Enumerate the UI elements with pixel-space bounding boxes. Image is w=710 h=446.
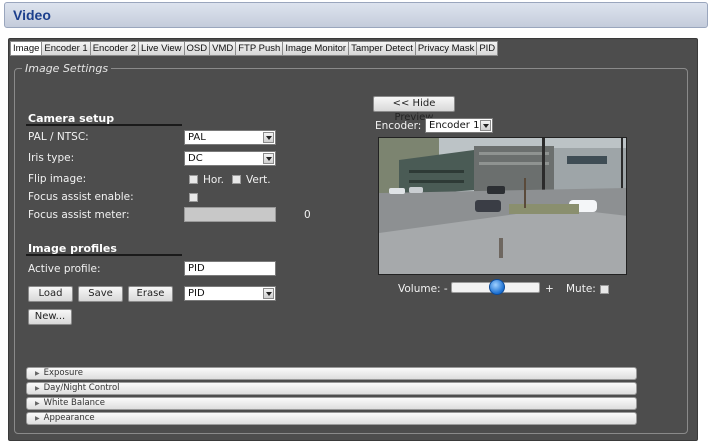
building-left-window-band <box>409 170 464 173</box>
image-profiles-rule <box>26 254 182 256</box>
hide-preview-button[interactable]: << Hide Preview <box>373 96 455 123</box>
mute-checkbox[interactable] <box>600 285 609 294</box>
car <box>487 186 505 194</box>
new-profile-button[interactable]: New... <box>28 309 72 325</box>
mute-label: Mute: <box>566 283 596 295</box>
erase-button[interactable]: Erase <box>128 286 173 302</box>
title-bar: Video <box>4 2 708 28</box>
tree-trunk <box>524 178 526 208</box>
chevron-down-icon <box>263 132 274 143</box>
building-center-stripe <box>479 152 549 155</box>
accordion-day-night-control[interactable]: ▶ Day/Night Control <box>26 382 637 395</box>
building-right <box>554 148 626 192</box>
pedestrian <box>499 238 503 258</box>
building-center-stripe <box>479 162 549 165</box>
pal-ntsc-select[interactable]: PAL <box>184 130 276 145</box>
tab-privacy-mask[interactable]: Privacy Mask <box>414 41 477 56</box>
car <box>475 200 501 212</box>
chevron-right-icon: ▶ <box>35 370 40 377</box>
accordion-white-balance-label: White Balance <box>43 398 105 408</box>
chevron-right-icon: ▶ <box>35 415 40 422</box>
active-profile-label: Active profile: <box>28 263 101 275</box>
building-right-window <box>567 156 607 164</box>
accordion-day-night-label: Day/Night Control <box>43 383 120 393</box>
page-title: Video <box>13 7 51 23</box>
tab-pid[interactable]: PID <box>476 41 499 56</box>
camera-setup-rule <box>26 124 182 126</box>
flip-horizontal-checkbox[interactable] <box>189 175 198 184</box>
tab-vmd[interactable]: VMD <box>209 41 236 56</box>
pal-ntsc-value: PAL <box>188 132 206 143</box>
accordion-appearance[interactable]: ▶ Appearance <box>26 412 637 425</box>
focus-assist-enable-label: Focus assist enable: <box>28 191 134 203</box>
profile-select-value: PID <box>188 288 205 299</box>
focus-assist-meter-value: 0 <box>304 209 311 221</box>
flip-image-label: Flip image: <box>28 173 87 185</box>
tab-bar: Image Encoder 1 Encoder 2 Live View OSD … <box>10 41 499 56</box>
car <box>389 188 405 194</box>
iris-type-select[interactable]: DC <box>184 151 276 166</box>
tab-ftp-push[interactable]: FTP Push <box>235 41 283 56</box>
active-profile-field[interactable]: PID <box>184 261 276 276</box>
camera-preview-image <box>378 137 627 275</box>
chevron-down-icon <box>263 288 274 299</box>
building-left-window-band <box>409 180 464 183</box>
save-button[interactable]: Save <box>78 286 123 302</box>
image-settings-legend: Image Settings <box>22 62 112 75</box>
accordion-exposure[interactable]: ▶ Exposure <box>26 367 637 380</box>
flip-vertical-label: Vert. <box>246 174 271 186</box>
grass-verge <box>509 204 579 214</box>
volume-label: Volume: - <box>398 283 448 295</box>
camera-preview-scene <box>379 138 626 274</box>
load-button[interactable]: Load <box>28 286 73 302</box>
iris-type-value: DC <box>188 153 203 164</box>
car <box>409 187 423 193</box>
accordion-white-balance[interactable]: ▶ White Balance <box>26 397 637 410</box>
flip-horizontal-label: Hor. <box>203 174 225 186</box>
chevron-down-icon <box>480 120 491 131</box>
accordion-exposure-label: Exposure <box>43 368 83 378</box>
tab-tamper-detect[interactable]: Tamper Detect <box>348 41 415 56</box>
chevron-down-icon <box>263 153 274 164</box>
encoder-label: Encoder: <box>375 120 422 132</box>
tab-encoder-2[interactable]: Encoder 2 <box>89 41 139 56</box>
chevron-right-icon: ▶ <box>35 400 40 407</box>
iris-type-label: Iris type: <box>28 152 75 164</box>
encoder-select-value: Encoder 1 <box>429 120 480 131</box>
tab-live-view[interactable]: Live View <box>138 41 184 56</box>
chevron-right-icon: ▶ <box>35 385 40 392</box>
accordion-appearance-label: Appearance <box>43 413 95 423</box>
pal-ntsc-label: PAL / NTSC: <box>28 131 89 143</box>
profile-select[interactable]: PID <box>184 286 276 301</box>
tab-encoder-1[interactable]: Encoder 1 <box>41 41 90 56</box>
volume-plus-label: + <box>545 283 554 295</box>
focus-assist-meter-bar <box>184 207 276 222</box>
encoder-select[interactable]: Encoder 1 <box>425 118 493 133</box>
flip-vertical-checkbox[interactable] <box>232 175 241 184</box>
tab-image-monitor[interactable]: Image Monitor <box>282 41 349 56</box>
tab-osd[interactable]: OSD <box>183 41 210 56</box>
focus-assist-enable-checkbox[interactable] <box>189 193 198 202</box>
tab-image[interactable]: Image <box>10 41 42 56</box>
focus-assist-meter-label: Focus assist meter: <box>28 209 130 221</box>
